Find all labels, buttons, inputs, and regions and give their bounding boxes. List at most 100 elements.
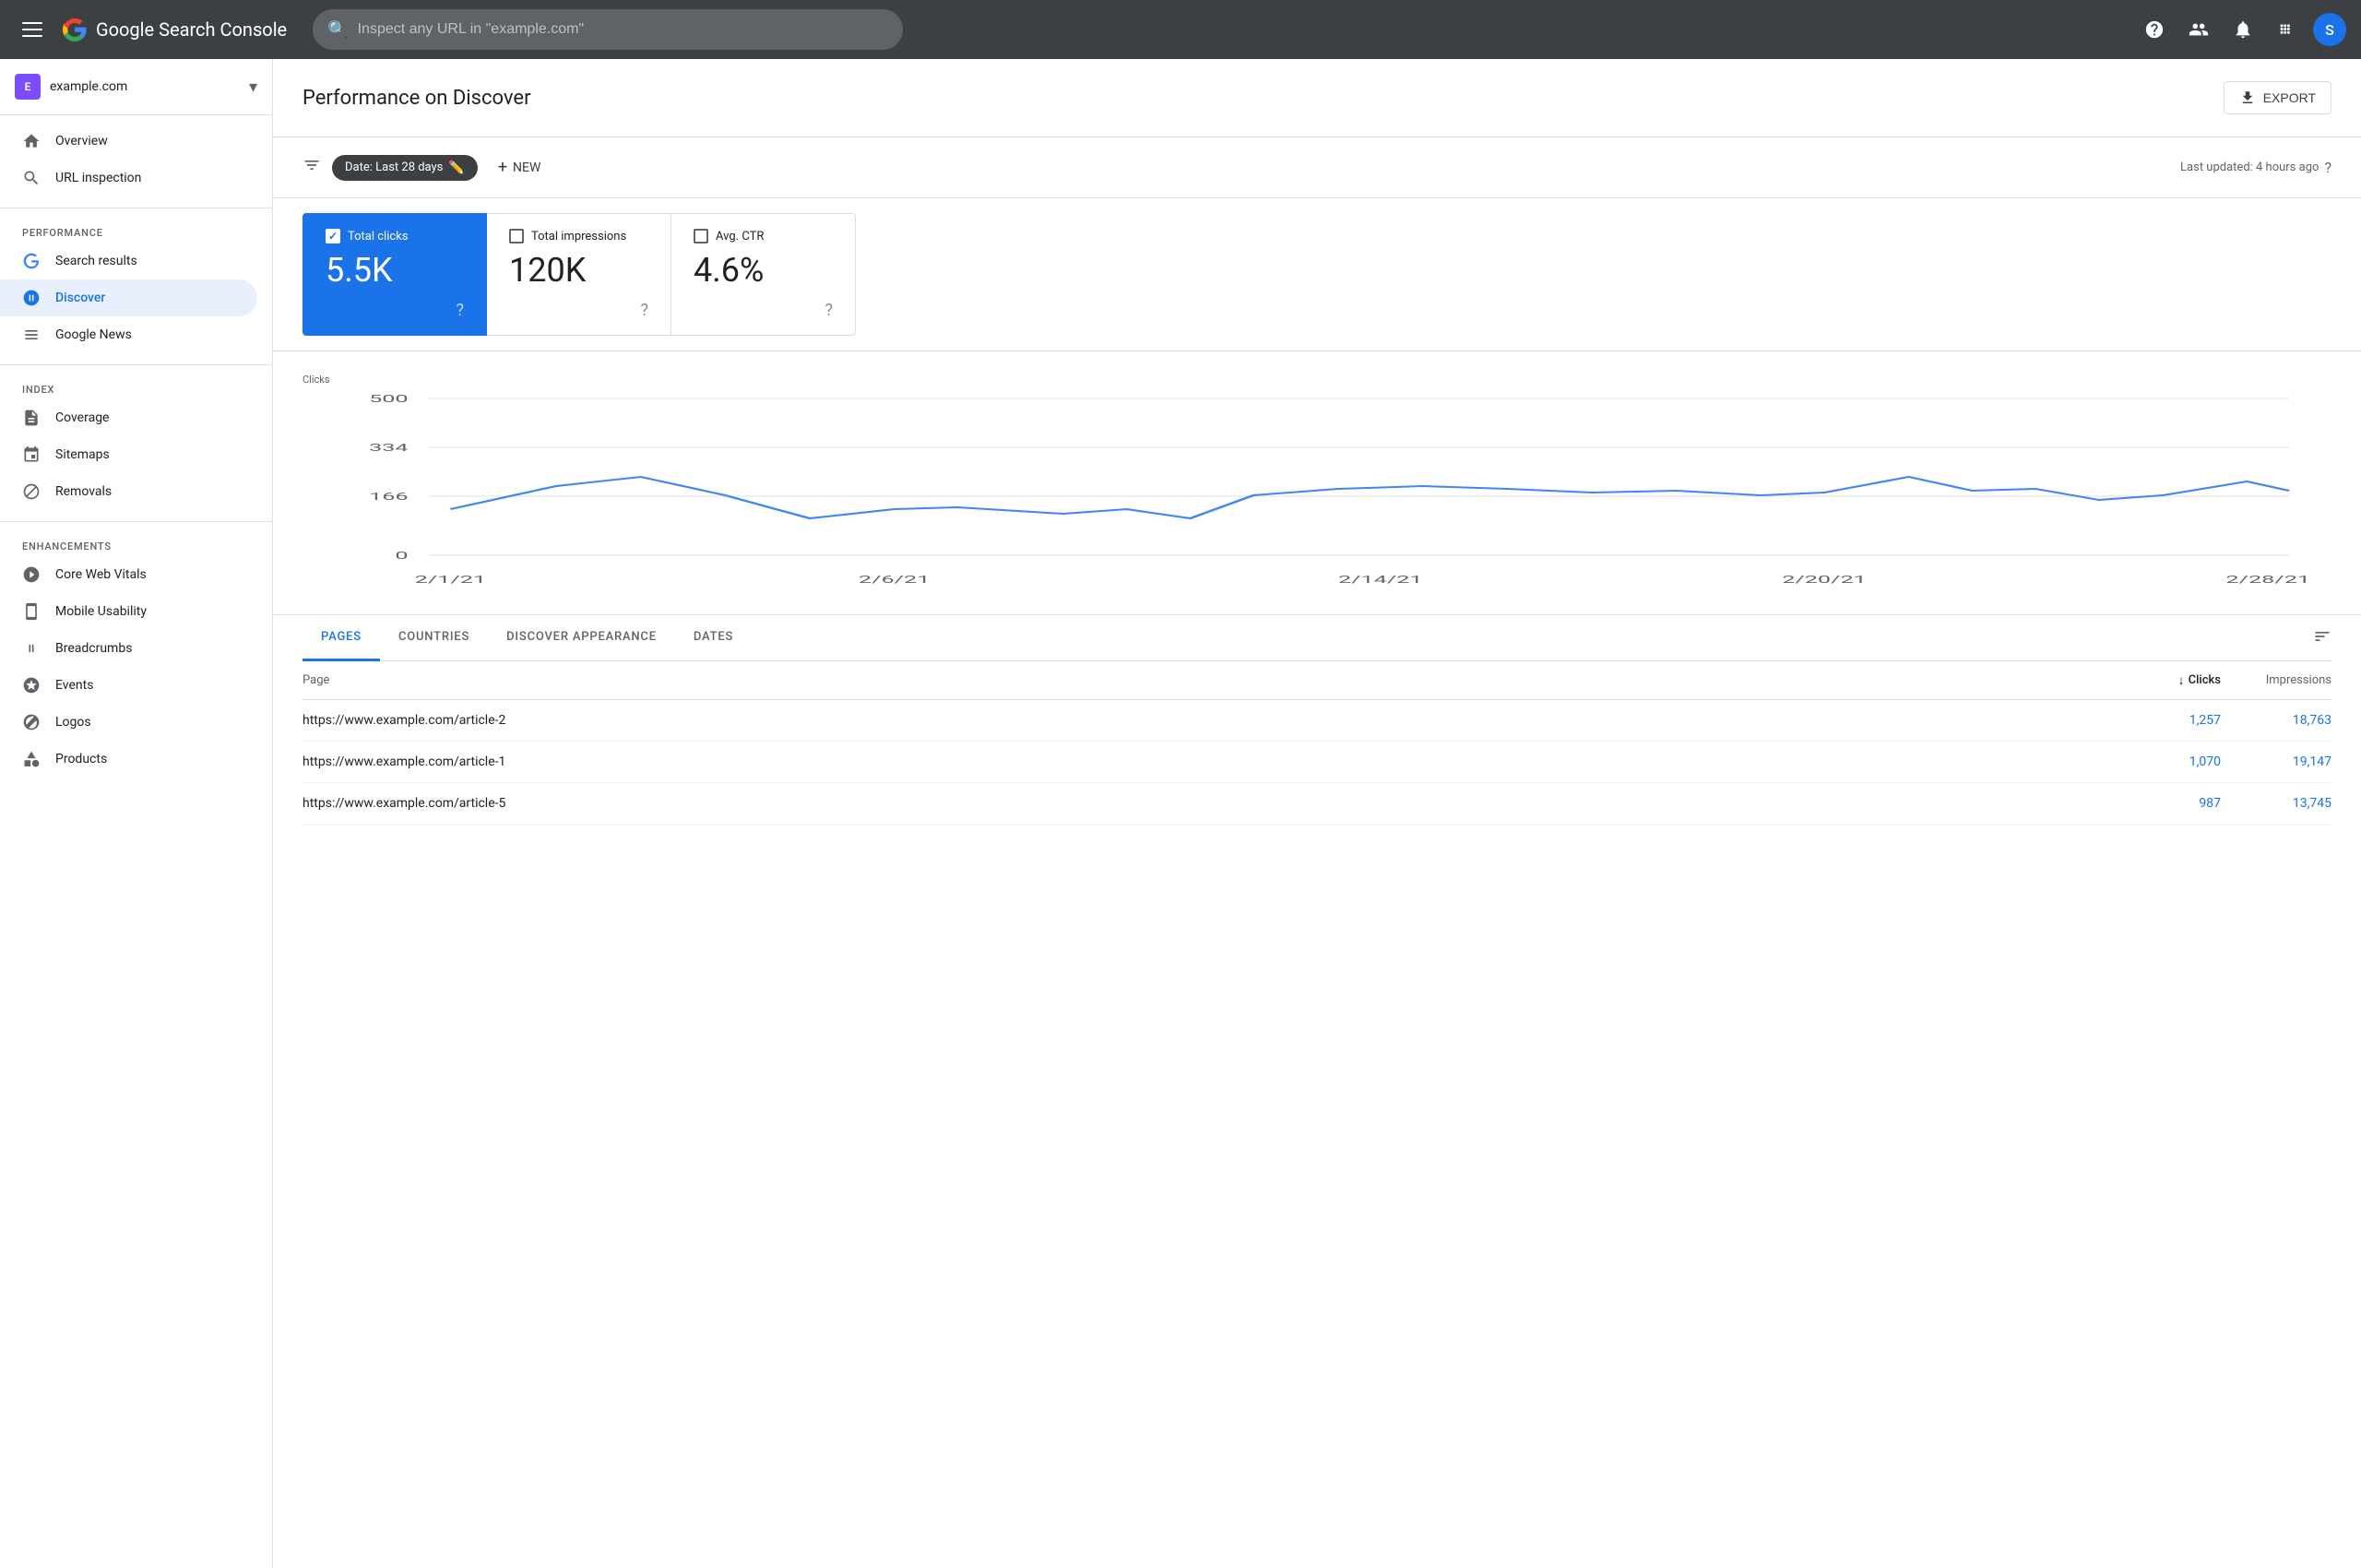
row-clicks-1: 1,070 bbox=[2110, 754, 2221, 769]
url-inspection-label: URL inspection bbox=[55, 171, 141, 185]
help-icon-small: ? bbox=[2324, 159, 2331, 176]
sidebar-item-google-news[interactable]: Google News bbox=[0, 316, 257, 353]
products-icon bbox=[22, 750, 41, 768]
sitemaps-icon bbox=[22, 445, 41, 464]
tabs-header: PAGES COUNTRIES DISCOVER APPEARANCE DATE… bbox=[303, 615, 2331, 661]
tab-dates-label: DATES bbox=[694, 630, 733, 644]
row-impressions-2: 13,745 bbox=[2221, 796, 2331, 811]
filter-bar: Date: Last 28 days ✏️ + NEW Last updated… bbox=[273, 137, 2361, 198]
apps-icon[interactable] bbox=[2269, 11, 2306, 48]
sidebar-item-products[interactable]: Products bbox=[0, 741, 257, 778]
mobile-icon bbox=[22, 602, 41, 621]
core-web-vitals-label: Core Web Vitals bbox=[55, 567, 147, 582]
tab-countries[interactable]: COUNTRIES bbox=[380, 615, 488, 661]
events-icon bbox=[22, 676, 41, 695]
sidebar-item-breadcrumbs[interactable]: Breadcrumbs bbox=[0, 630, 257, 667]
metric-impressions-checkbox bbox=[509, 229, 524, 244]
new-label: NEW bbox=[513, 160, 540, 175]
help-icon[interactable] bbox=[2136, 11, 2173, 48]
col-header-impressions: Impressions bbox=[2221, 673, 2331, 687]
search-bar[interactable]: 🔍 bbox=[313, 9, 903, 50]
hamburger-menu[interactable] bbox=[15, 15, 50, 44]
sidebar-item-overview[interactable]: Overview bbox=[0, 123, 257, 160]
metric-ctr-checkbox bbox=[694, 229, 708, 244]
chart-svg: 500 334 166 0 2/1/21 2/6/21 2/14/21 2/20… bbox=[303, 389, 2331, 592]
accounts-icon[interactable] bbox=[2180, 11, 2217, 48]
metric-impressions-help-icon: ? bbox=[640, 301, 648, 320]
google-logo-icon bbox=[61, 16, 89, 43]
col-header-page: Page bbox=[303, 673, 2110, 687]
main-layout: E example.com ▾ Overview URL inspection … bbox=[0, 59, 2361, 1568]
notifications-icon[interactable] bbox=[2225, 11, 2261, 48]
metric-clicks-value: 5.5K bbox=[326, 251, 464, 290]
row-clicks-0: 1,257 bbox=[2110, 713, 2221, 728]
removals-icon bbox=[22, 482, 41, 501]
svg-text:0: 0 bbox=[395, 550, 408, 562]
tabs-section: PAGES COUNTRIES DISCOVER APPEARANCE DATE… bbox=[273, 615, 2361, 825]
tab-countries-label: COUNTRIES bbox=[398, 630, 469, 644]
row-impressions-0: 18,763 bbox=[2221, 713, 2331, 728]
row-page-0[interactable]: https://www.example.com/article-2 bbox=[303, 713, 2110, 728]
table-row: https://www.example.com/article-5 987 13… bbox=[303, 783, 2331, 825]
new-plus-icon: + bbox=[498, 158, 507, 177]
performance-section-label: Performance bbox=[0, 220, 272, 243]
google-news-icon bbox=[22, 326, 41, 344]
tab-pages[interactable]: PAGES bbox=[303, 615, 380, 661]
sidebar-item-coverage[interactable]: Coverage bbox=[0, 399, 257, 436]
sort-arrow-icon: ↓ bbox=[2178, 672, 2185, 688]
sidebar-item-discover[interactable]: Discover bbox=[0, 279, 257, 316]
table-header: Page ↓ Clicks Impressions bbox=[303, 661, 2331, 700]
nav-icons: S bbox=[2136, 11, 2346, 48]
row-page-2[interactable]: https://www.example.com/article-5 bbox=[303, 796, 2110, 811]
svg-text:2/14/21: 2/14/21 bbox=[1338, 574, 1423, 586]
date-chip-label: Date: Last 28 days bbox=[345, 160, 443, 174]
svg-text:2/28/21: 2/28/21 bbox=[2225, 574, 2310, 586]
google-news-label: Google News bbox=[55, 327, 132, 342]
sidebar-item-url-inspection[interactable]: URL inspection bbox=[0, 160, 257, 196]
metric-clicks-label: Total clicks bbox=[348, 230, 408, 244]
tab-discover-appearance[interactable]: DISCOVER APPEARANCE bbox=[488, 615, 675, 661]
sidebar-item-mobile-usability[interactable]: Mobile Usability bbox=[0, 593, 257, 630]
search-icon: 🔍 bbox=[327, 20, 348, 40]
search-input[interactable] bbox=[358, 21, 889, 38]
filter-icon[interactable] bbox=[303, 156, 321, 179]
metric-avg-ctr[interactable]: Avg. CTR 4.6% ? bbox=[671, 213, 856, 336]
row-page-1[interactable]: https://www.example.com/article-1 bbox=[303, 754, 2110, 769]
nav-section-index: Index Coverage Sitemaps Removals bbox=[0, 369, 272, 517]
col-header-clicks[interactable]: ↓ Clicks bbox=[2110, 672, 2221, 688]
search-results-label: Search results bbox=[55, 254, 137, 268]
discover-icon bbox=[22, 289, 41, 307]
new-button[interactable]: + NEW bbox=[489, 152, 551, 183]
core-web-vitals-icon bbox=[22, 565, 41, 584]
metric-total-clicks[interactable]: ✓ Total clicks 5.5K ? bbox=[303, 213, 487, 336]
export-button[interactable]: EXPORT bbox=[2224, 81, 2331, 114]
sidebar-item-removals[interactable]: Removals bbox=[0, 473, 257, 510]
sidebar-item-search-results[interactable]: Search results bbox=[0, 243, 257, 279]
page-title: Performance on Discover bbox=[303, 87, 531, 110]
coverage-icon bbox=[22, 409, 41, 427]
mobile-usability-label: Mobile Usability bbox=[55, 604, 147, 619]
events-label: Events bbox=[55, 678, 93, 693]
table-filter-icon[interactable] bbox=[2313, 616, 2331, 660]
metric-total-impressions[interactable]: Total impressions 120K ? bbox=[487, 213, 671, 336]
site-selector[interactable]: E example.com ▾ bbox=[0, 59, 272, 115]
last-updated: Last updated: 4 hours ago ? bbox=[2180, 159, 2331, 176]
date-chip[interactable]: Date: Last 28 days ✏️ bbox=[332, 155, 478, 181]
sidebar-item-logos[interactable]: Logos bbox=[0, 704, 257, 741]
sidebar-item-events[interactable]: Events bbox=[0, 667, 257, 704]
top-nav: Google Search Console 🔍 S bbox=[0, 0, 2361, 59]
metric-clicks-header: ✓ Total clicks bbox=[326, 229, 464, 244]
svg-text:2/20/21: 2/20/21 bbox=[1782, 574, 1867, 586]
user-avatar[interactable]: S bbox=[2313, 13, 2346, 46]
svg-text:166: 166 bbox=[369, 491, 408, 503]
row-clicks-2: 987 bbox=[2110, 796, 2221, 811]
row-impressions-1: 19,147 bbox=[2221, 754, 2331, 769]
export-label: EXPORT bbox=[2263, 90, 2316, 105]
tab-dates[interactable]: DATES bbox=[675, 615, 752, 661]
metric-clicks-checkbox: ✓ bbox=[326, 229, 340, 244]
svg-text:2/1/21: 2/1/21 bbox=[415, 574, 486, 586]
sidebar-item-core-web-vitals[interactable]: Core Web Vitals bbox=[0, 556, 257, 593]
sidebar-item-sitemaps[interactable]: Sitemaps bbox=[0, 436, 257, 473]
metric-ctr-label: Avg. CTR bbox=[716, 230, 764, 244]
removals-label: Removals bbox=[55, 484, 112, 499]
